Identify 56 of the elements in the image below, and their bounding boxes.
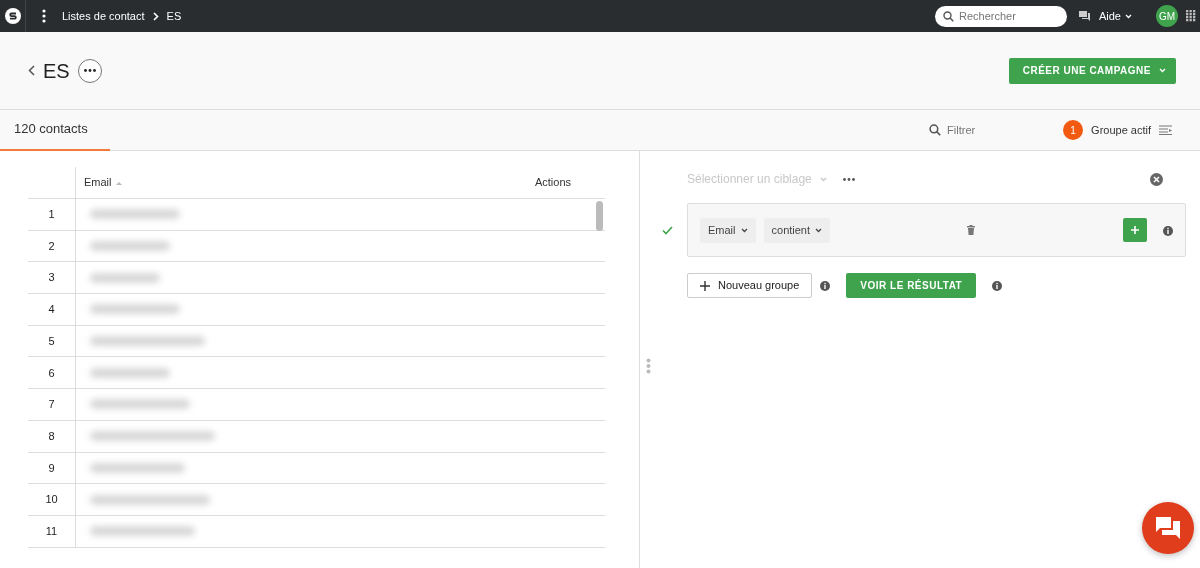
contacts-tab[interactable]: 120 contacts — [0, 109, 110, 151]
row-number: 10 — [28, 484, 76, 515]
search-field[interactable]: Rechercher — [934, 5, 1067, 27]
new-group-button[interactable]: Nouveau groupe — [687, 273, 813, 298]
search-icon — [942, 10, 954, 22]
logo-icon[interactable] — [4, 8, 21, 24]
operator-select[interactable]: contient — [763, 217, 831, 243]
add-condition-button[interactable] — [1123, 218, 1147, 242]
trash-icon[interactable] — [967, 225, 976, 235]
apps-grid-icon[interactable] — [1186, 10, 1196, 22]
field-select[interactable]: Email — [700, 217, 756, 243]
info-icon[interactable] — [1163, 225, 1173, 236]
filter-field[interactable]: Filtrer — [945, 120, 1016, 140]
row-number: 7 — [28, 389, 76, 420]
more-icon — [83, 69, 96, 72]
column-header[interactable]: Email — [84, 174, 112, 191]
close-icon[interactable] — [1150, 172, 1163, 186]
row-number: 9 — [28, 452, 76, 484]
breadcrumb-link[interactable]: ES — [166, 7, 182, 25]
active-group-count: 1 — [1063, 120, 1084, 140]
back-icon[interactable] — [28, 65, 35, 76]
chat-icon[interactable] — [1078, 10, 1091, 22]
row-number: 6 — [28, 357, 76, 389]
help-menu[interactable]: Aide — [1098, 7, 1132, 25]
chevron-down-icon — [819, 176, 827, 182]
chevron-right-icon — [152, 11, 159, 21]
row-number: 11 — [28, 515, 76, 547]
row-number: 3 — [28, 262, 76, 294]
menu-icon[interactable] — [42, 9, 46, 23]
chat-icon — [1156, 517, 1180, 539]
column-header: Actions — [534, 175, 571, 191]
resize-handle-icon[interactable] — [646, 358, 651, 374]
active-group-label[interactable]: Groupe actif — [1091, 121, 1151, 139]
row-number: 5 — [28, 325, 76, 357]
plus-icon — [1131, 226, 1139, 234]
breadcrumb-link[interactable]: Listes de contact — [62, 7, 145, 25]
page-title: ES — [43, 58, 70, 84]
sort-icon — [115, 180, 122, 185]
chevron-down-icon — [1125, 13, 1132, 19]
chat-button[interactable] — [1142, 502, 1194, 554]
chevron-down-icon — [815, 227, 823, 233]
row-number: 8 — [28, 420, 76, 452]
row-number: 4 — [28, 294, 76, 325]
chevron-down-icon — [1159, 68, 1166, 73]
chevron-down-icon — [740, 227, 748, 233]
more-icon[interactable] — [842, 177, 855, 181]
row-number: 2 — [28, 230, 76, 262]
scrollbar-thumb[interactable] — [596, 201, 603, 231]
search-icon — [929, 124, 942, 136]
more-button[interactable] — [77, 58, 102, 83]
info-icon[interactable] — [820, 280, 831, 291]
list-icon[interactable] — [1159, 125, 1172, 135]
row-number: 1 — [28, 199, 76, 230]
info-icon[interactable] — [992, 280, 1003, 291]
blurred-email — [90, 272, 160, 283]
plus-icon — [700, 280, 710, 291]
